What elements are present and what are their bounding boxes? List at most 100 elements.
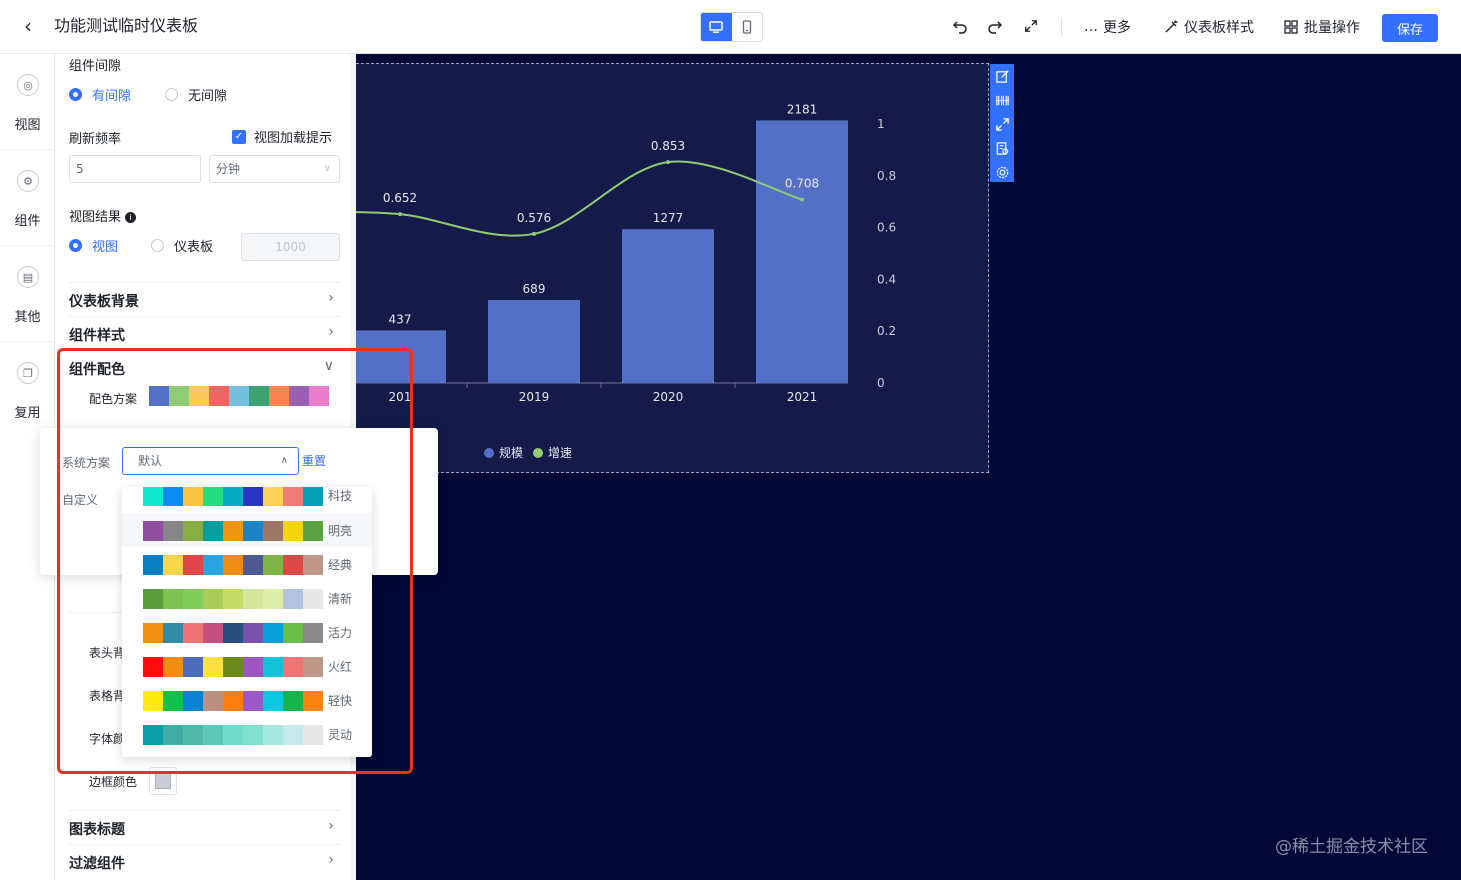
bar [756,120,848,383]
section-filter-component[interactable]: 过滤组件 › [69,844,340,878]
palette-swatch [263,555,283,575]
radio-dot [151,239,164,252]
right-axis-tick-label: 0.4 [877,272,896,286]
scheme-palette [143,521,323,541]
scheme-option[interactable]: 经典 [122,547,372,581]
bar-data-label: 437 [389,312,412,326]
scheme-option[interactable]: 明亮 [122,513,372,547]
bar-data-label: 2181 [787,102,818,116]
undo-icon[interactable] [950,16,970,36]
palette-swatch [163,589,183,609]
scheme-option[interactable]: 科技 [122,487,372,512]
line-point [666,160,670,165]
palette-swatch [263,487,283,506]
batch-operation-button[interactable]: 批量操作 [1283,16,1360,38]
palette-swatch [143,487,163,506]
refresh-value-input[interactable]: 5 [69,155,201,183]
legend-label: 增速 [548,446,572,460]
radio-label: 有间隙 [92,89,132,104]
edit-icon[interactable] [993,67,1011,87]
section-title: 过滤组件 [69,856,125,872]
table-bg-label: 表格背 [89,689,126,703]
mobile-view-button[interactable] [732,13,763,41]
palette-swatch [303,691,323,711]
radio-label: 仪表板 [174,240,214,255]
refresh-unit-select[interactable]: 分钟 ∨ [209,155,340,183]
palette-swatch [149,386,169,406]
gear-icon[interactable] [993,162,1011,182]
load-tip-checkbox[interactable]: ✓ 视图加载提示 [232,127,332,146]
result-dashboard-radio[interactable]: 仪表板 [151,236,213,255]
section-chart-title[interactable]: 图表标题 › [69,810,340,844]
palette-swatch [143,657,163,677]
info-icon[interactable]: i [125,212,137,223]
chart-component[interactable]: 437 201 689 2019 1277 2020 2181 2021 0 0.2 0.4 0.6 0… [295,63,989,473]
scheme-option[interactable]: 火红 [122,649,372,683]
palette-swatch [203,623,223,643]
palette-swatch [283,691,303,711]
scheme-option[interactable]: 清新 [122,581,372,615]
section-component-color[interactable]: 组件配色 ∨ [69,350,340,384]
dashboard-style-button[interactable]: 仪表板样式 [1163,16,1254,38]
border-color-label: 边框颜色 [89,775,138,789]
section-component-style[interactable]: 组件样式 › [69,316,340,350]
data-detail-icon[interactable] [993,138,1011,158]
gap-on-radio[interactable]: 有间隙 [69,85,131,104]
palette-swatch [223,521,243,541]
chevron-right-icon: › [328,818,334,834]
bar [488,300,580,383]
border-color-swatch[interactable] [149,767,177,795]
rail-item-other[interactable]: ▤ 其他 [0,246,55,342]
radio-dot [165,88,178,101]
rail-item-component[interactable]: ⚙ 组件 [0,150,55,246]
desktop-view-button[interactable] [701,13,732,41]
scheme-option[interactable]: 轻快 [122,683,372,717]
scheme-name: 灵动 [328,728,353,742]
palette-swatch [243,691,263,711]
palette-swatch [183,555,203,575]
save-button[interactable]: 保存 [1382,14,1438,42]
right-axis-tick-label: 1 [877,117,885,131]
palette-swatch [143,725,163,745]
result-view-radio[interactable]: 视图 [69,236,118,255]
palette-swatch [289,386,309,406]
palette-swatch [243,657,263,677]
more-button[interactable]: … 更多 [1084,16,1131,38]
system-scheme-select[interactable]: 默认 ∧ [122,447,299,475]
rail-label: 其他 [14,310,41,325]
toolbar-divider [1061,18,1062,36]
palette-swatch [223,691,243,711]
swatch-color [155,773,171,789]
scheme-option[interactable]: 活力 [122,615,372,649]
redo-icon[interactable] [985,16,1005,36]
scheme-option[interactable]: 灵动 [122,717,372,751]
back-arrow-icon[interactable]: ‹ [18,14,38,38]
barcode-icon[interactable] [993,91,1011,111]
top-bar: ‹ 功能测试临时仪表板 … 更多 仪表板样式 批量操作 保存 [0,0,1461,54]
rail-item-view[interactable]: ◎ 视图 [0,54,55,150]
palette-swatch [249,386,269,406]
reset-link[interactable]: 重置 [302,452,326,469]
rail-item-reuse[interactable]: ❐ 复用 [0,342,55,438]
more-dots-icon: … [1084,19,1098,35]
legend-label: 规模 [499,445,523,460]
section-title: 组件配色 [69,362,125,378]
palette-swatch [223,555,243,575]
scheme-name: 活力 [328,626,353,640]
result-limit-input: 1000 [241,233,340,261]
palette-swatch [283,589,303,609]
gap-off-radio[interactable]: 无间隙 [165,85,227,104]
palette-swatch [243,521,263,541]
current-palette[interactable] [149,386,329,406]
palette-swatch [143,691,163,711]
palette-swatch [263,589,283,609]
fullscreen-icon[interactable] [1021,16,1041,36]
dashboard-canvas: 437 201 689 2019 1277 2020 2181 2021 0 0.2 0.4 0.6 0… [295,54,1461,880]
radio-dot [69,239,82,252]
palette-swatch [183,623,203,643]
scheme-palette [143,657,323,677]
x-tick-label: 2021 [787,390,818,404]
palette-swatch [303,487,323,506]
expand-icon[interactable] [993,115,1011,135]
section-dashboard-background[interactable]: 仪表板背景 › [69,282,340,316]
